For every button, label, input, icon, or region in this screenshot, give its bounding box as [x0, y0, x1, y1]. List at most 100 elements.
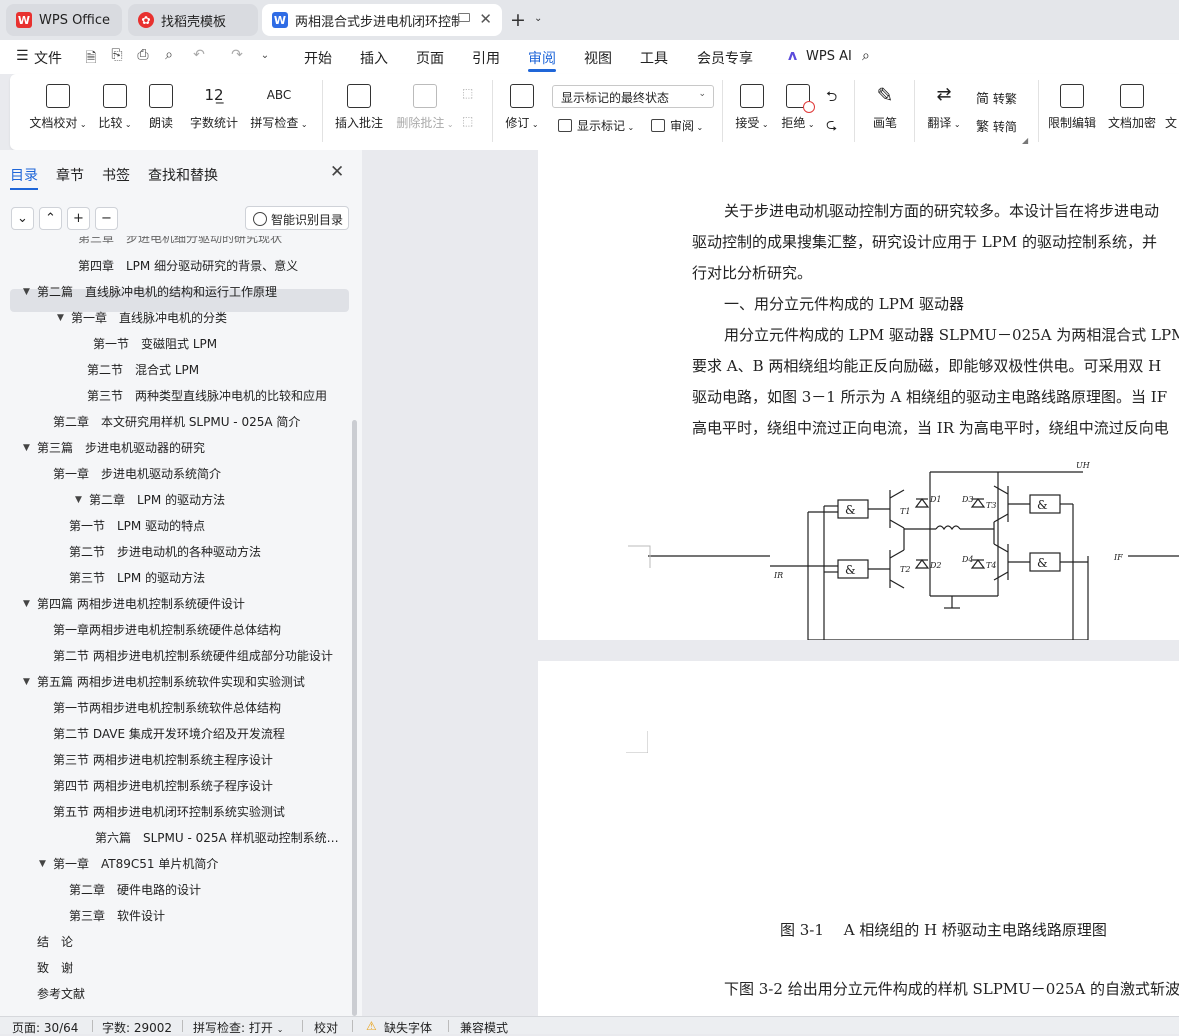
toc-item[interactable]: 第一节 LPM 驱动的特点 [69, 514, 342, 538]
markup-state-select[interactable]: 显示标记的最终状态 ⌄ [552, 85, 714, 108]
toc-item[interactable]: ▼ 第三篇 步进电机驱动器的研究 [23, 436, 342, 460]
toc-item[interactable]: ▼ 第二章 LPM 的驱动方法 [75, 488, 342, 512]
menu-start[interactable]: 开始 [304, 48, 332, 68]
nav-scrollbar[interactable] [352, 420, 357, 1016]
redo-icon[interactable]: ↷ [228, 47, 246, 65]
expand-arrow-icon[interactable]: ▼ [23, 592, 30, 616]
menu-wps-ai[interactable]: WPS AI [806, 49, 852, 64]
toc-item[interactable]: 第四章 LPM 细分驱动研究的背景、意义 [78, 254, 342, 278]
undo-icon[interactable]: ↶ [190, 47, 208, 65]
close-tab-icon[interactable]: ✕ [479, 10, 492, 28]
next-change-icon[interactable]: ⮎ [826, 114, 837, 138]
tab-wps-office[interactable]: W WPS Office [6, 4, 122, 36]
nav-tab-toc[interactable]: 目录 [10, 165, 38, 185]
toc-item[interactable]: ▼ 第五篇 两相步进电机控制系统软件实现和实验测试 [23, 670, 342, 694]
expand-arrow-icon[interactable]: ▼ [23, 670, 30, 694]
toc-item[interactable]: ▼ 第二篇 直线脉冲电机的结构和运行工作原理 [23, 280, 342, 304]
nav-tab-chapters[interactable]: 章节 [56, 165, 84, 185]
insert-comment-button[interactable]: 插入批注 [334, 84, 384, 131]
hamburger-icon[interactable]: ☰ [16, 48, 29, 64]
proofread-button[interactable]: 文档校对 ⌄ [28, 84, 88, 131]
toc-item[interactable]: 第二节 两相步进电机控制系统硬件组成部分功能设计 [53, 644, 342, 668]
spell-check-indicator[interactable]: 拼写检查: 打开 ⌄ [193, 1019, 283, 1036]
toc-item[interactable]: 参考文献 [37, 982, 342, 1006]
toc-item[interactable]: 第三章 步进电机细分驱动的研究现状 [78, 236, 342, 248]
toc-item[interactable]: ▼ 第一章 AT89C51 单片机简介 [39, 852, 342, 876]
document-page[interactable]: 图 3-1 A 相绕组的 H 桥驱动主电路线路原理图 下图 3-2 给出用分立元… [538, 661, 1179, 1016]
document-page[interactable]: 关于步进电动机驱动控制方面的研究较多。本设计旨在将步进电动 驱动控制的成果搜集汇… [538, 150, 1179, 640]
expand-arrow-icon[interactable]: ▼ [23, 280, 30, 304]
toc-item[interactable]: 第三节 两相步进电机控制系统主程序设计 [53, 748, 342, 772]
toc-item[interactable]: 第四节 两相步进电机控制系统子程序设计 [53, 774, 342, 798]
toc-item[interactable]: ▼ 第四篇 两相步进电机控制系统硬件设计 [23, 592, 342, 616]
restrict-edit-button[interactable]: 限制编辑 [1046, 84, 1098, 131]
toc-item[interactable]: 第二节 混合式 LPM [87, 358, 342, 382]
reject-button[interactable]: 拒绝 ⌄ [778, 84, 818, 131]
review-pane-button[interactable]: 审阅 ⌄ [651, 117, 703, 134]
read-aloud-button[interactable]: 朗读 [146, 84, 176, 131]
to-simplified-button[interactable]: 繁 转简 [976, 116, 1017, 135]
word-count-button[interactable]: 12̲ 字数统计 [188, 84, 240, 131]
toc-item[interactable]: 第三节 LPM 的驱动方法 [69, 566, 342, 590]
toc-item[interactable]: ▼ 第一章 直线脉冲电机的分类 [57, 306, 342, 330]
menu-view[interactable]: 视图 [584, 48, 612, 68]
toc-item[interactable]: 第二节 步进电动机的各种驱动方法 [69, 540, 342, 564]
collapse-chevron-up-icon[interactable]: ⌃ [39, 207, 62, 230]
pen-button[interactable]: ✎ 画笔 [870, 84, 900, 131]
toc-item[interactable]: 第二章 硬件电路的设计 [69, 878, 342, 902]
export-icon[interactable]: ⎘ [108, 47, 126, 65]
ribbon-expand-icon[interactable]: ◢ [1022, 136, 1028, 145]
expand-arrow-icon[interactable]: ▼ [75, 488, 82, 512]
page-indicator[interactable]: 页面: 30/64 [12, 1019, 78, 1036]
expand-arrow-icon[interactable]: ▼ [57, 306, 64, 330]
menu-review[interactable]: 审阅 [528, 48, 556, 68]
quick-access-chevron-icon[interactable]: ⌄ [256, 50, 274, 68]
menu-page[interactable]: 页面 [416, 48, 444, 68]
menu-file[interactable]: 文件 [34, 48, 62, 68]
menu-member[interactable]: 会员专享 [697, 48, 753, 68]
to-traditional-button[interactable]: 简 转繁 [976, 88, 1017, 107]
toc-item[interactable]: 第三章 软件设计 [69, 904, 342, 928]
toc-item[interactable]: 第一章两相步进电机控制系统硬件总体结构 [53, 618, 342, 642]
previous-comment-icon[interactable]: ⬚ [462, 86, 473, 100]
accept-button[interactable]: 接受 ⌄ [732, 84, 772, 131]
remove-level-minus-icon[interactable]: − [95, 207, 118, 230]
toc-item[interactable]: 第六篇 SLPMU - 025A 样机驱动控制系统实验 [95, 826, 342, 850]
tab-template[interactable]: ✿ 找稻壳模板 [128, 4, 258, 36]
monitor-icon[interactable] [458, 13, 470, 22]
tab-list-chevron-icon[interactable]: ⌄ [534, 13, 542, 24]
toc-item[interactable]: 结 论 [37, 930, 342, 954]
toc-item[interactable]: 第一章 步进电机驱动系统简介 [53, 462, 342, 486]
nav-tab-find-replace[interactable]: 查找和替换 [148, 165, 218, 185]
toc-item[interactable]: 第二节 DAVE 集成开发环境介绍及开发流程 [53, 722, 342, 746]
add-level-plus-icon[interactable]: + [67, 207, 90, 230]
menu-insert[interactable]: 插入 [360, 48, 388, 68]
wps-ai-logo-icon[interactable]: ᴧ [788, 48, 797, 64]
doc-encrypt-button[interactable]: 文档加密 [1106, 84, 1158, 131]
previous-change-icon[interactable]: ⮌ [826, 86, 837, 110]
smart-toc-button[interactable]: 智能识别目录 [245, 206, 349, 230]
delete-comment-button[interactable]: 删除批注 ⌄ [394, 84, 456, 131]
spell-check-button[interactable]: ABC 拼写检查 ⌄ [248, 84, 310, 131]
missing-font-indicator[interactable]: 缺失字体 [384, 1019, 432, 1036]
translate-button[interactable]: ⇄ 翻译 ⌄ [924, 84, 964, 131]
print-preview-icon[interactable]: ⌕ [160, 47, 178, 65]
more-button[interactable]: 文 [1164, 84, 1178, 131]
expand-arrow-icon[interactable]: ▼ [23, 436, 30, 460]
word-count-indicator[interactable]: 字数: 29002 [102, 1019, 172, 1036]
toc-item[interactable]: 第二章 本文研究用样机 SLPMU - 025A 简介 [53, 410, 342, 434]
nav-tab-bookmarks[interactable]: 书签 [102, 165, 130, 185]
close-icon[interactable]: ✕ [330, 162, 344, 182]
toc-item[interactable]: 致 谢 [37, 956, 342, 980]
next-comment-icon[interactable]: ⬚ [462, 114, 473, 128]
revise-button[interactable]: 修订 ⌄ [502, 84, 542, 131]
toc-item[interactable]: 第一节两相步进电机控制系统软件总体结构 [53, 696, 342, 720]
expand-arrow-icon[interactable]: ▼ [39, 852, 46, 876]
menu-reference[interactable]: 引用 [472, 48, 500, 68]
proofread-indicator[interactable]: 校对 [314, 1019, 338, 1036]
toc-item[interactable]: 第五节 两相步进电机闭环控制系统实验测试 [53, 800, 342, 824]
tab-document[interactable]: W 两相混合式步进电机闭环控制系统 ✕ [262, 4, 502, 36]
compare-button[interactable]: 比较 ⌄ [96, 84, 134, 131]
search-icon[interactable]: ⌕ [862, 48, 870, 64]
new-tab-plus-icon[interactable]: + [510, 9, 526, 31]
